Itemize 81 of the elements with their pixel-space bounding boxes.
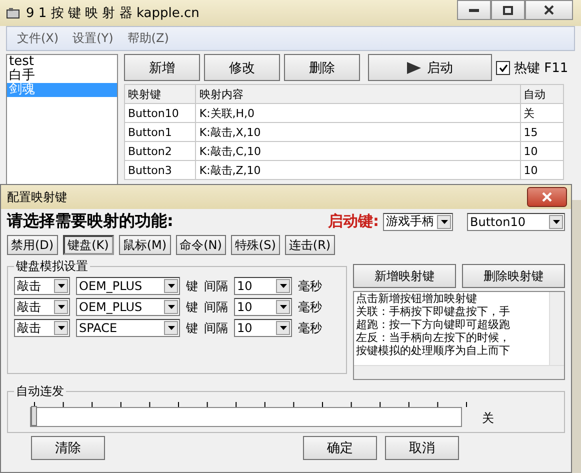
interval-label: 间隔 [204, 320, 228, 336]
dialog-title: 配置映射键 [7, 188, 67, 206]
ok-button[interactable]: 确定 [303, 436, 377, 460]
help-line: 左反：当手柄向左按下的时候， [355, 331, 511, 344]
help-line: 点击新增按钮增加映射键 [355, 292, 478, 305]
key-dropdown[interactable]: SPACE [76, 319, 180, 337]
clear-button[interactable]: 清除 [31, 436, 105, 460]
function-tab[interactable]: 禁用(D) [7, 235, 58, 255]
table-cell: 关 [520, 104, 564, 122]
slider-thumb[interactable] [31, 406, 37, 426]
interval-dropdown[interactable]: 10 [234, 277, 292, 295]
help-textbox[interactable]: 点击新增按钮增加映射键 关联：手柄按下即键盘按下，手 超跑：按一下方向键即可超级跑 左反：当手柄向左按下的时候， 按键模拟的处理顺序为自上而下 [353, 291, 565, 380]
app-icon [6, 7, 20, 19]
table-cell: K:敲击,X,10 [196, 122, 520, 142]
column-header[interactable]: 映射键 [124, 84, 196, 104]
remove-mapping-button[interactable]: 删除映射键 [462, 264, 565, 288]
minimize-icon[interactable] [457, 0, 491, 20]
interval-dropdown[interactable]: 10 [234, 319, 292, 337]
menu-item[interactable]: 帮助(Z) [127, 30, 169, 47]
play-icon [407, 62, 421, 74]
button-dropdown[interactable]: Button10 [467, 212, 565, 230]
function-tab[interactable]: 键盘(K) [62, 235, 114, 255]
toolbar-button[interactable]: 修改 [204, 54, 280, 81]
close-icon[interactable] [527, 187, 567, 207]
unit-label: 毫秒 [298, 320, 322, 336]
help-line: 关联：手柄按下即键盘按下，手 [355, 305, 511, 318]
toolbar-button[interactable]: 删除 [284, 54, 360, 81]
table-cell: 15 [520, 122, 564, 142]
function-tab[interactable]: 连击(R) [284, 235, 335, 255]
prompt-text: 请选择需要映射的功能: [7, 211, 174, 232]
interval-label: 间隔 [204, 298, 228, 316]
table-cell: K:关联,H,0 [196, 104, 520, 122]
table-cell: Button1 [124, 122, 196, 142]
slider-value: 关 [482, 410, 494, 427]
interval-dropdown[interactable]: 10 [234, 298, 292, 316]
function-tab[interactable]: 特殊(S) [230, 235, 280, 255]
horizontal-scrollbar[interactable] [354, 365, 564, 379]
key-dropdown[interactable]: OEM_PLUS [76, 298, 180, 316]
unit-label: 毫秒 [298, 298, 322, 316]
device-dropdown[interactable]: 游戏手柄 [383, 212, 453, 230]
mode-dropdown[interactable]: 敲击 [14, 277, 70, 295]
vertical-scrollbar[interactable] [549, 292, 564, 365]
interval-label: 间隔 [204, 278, 228, 294]
table-cell: K:敲击,Z,10 [196, 160, 520, 180]
table-cell: K:敲击,C,10 [196, 142, 520, 160]
profile-item[interactable]: test [7, 55, 117, 69]
table-cell: Button10 [124, 104, 196, 122]
menu-item[interactable]: 文件(X) [17, 30, 59, 47]
key-label: 键 [186, 298, 198, 316]
hotkey-label: 热键 F11 [514, 60, 568, 76]
help-line: 超跑：按一下方向键即可超级跑 [355, 318, 511, 331]
key-dropdown[interactable]: OEM_PLUS [76, 277, 180, 295]
mode-dropdown[interactable]: 敲击 [14, 298, 70, 316]
table-cell: 10 [520, 160, 564, 180]
autofire-label: 自动连发 [15, 383, 65, 400]
profile-item[interactable]: 白手 [7, 69, 117, 83]
mode-dropdown[interactable]: 敲击 [14, 319, 70, 337]
checkbox[interactable] [496, 60, 510, 74]
toolbar-button[interactable]: 新增 [124, 54, 200, 81]
menu-item[interactable]: 设置(Y) [72, 30, 114, 47]
check-icon [498, 64, 508, 72]
function-tab[interactable]: 命令(N) [176, 235, 226, 255]
table-cell: 10 [520, 142, 564, 160]
help-line: 按键模拟的处理顺序为自上而下 [355, 344, 511, 357]
table-cell: Button2 [124, 142, 196, 160]
cancel-button[interactable]: 取消 [385, 436, 459, 460]
key-label: 键 [186, 278, 198, 294]
group-title: 键盘模拟设置 [15, 258, 89, 275]
hotkey-checkbox[interactable]: 热键 F11 [496, 58, 568, 76]
key-label: 键 [186, 320, 198, 336]
unit-label: 毫秒 [298, 278, 322, 294]
function-tab[interactable]: 鼠标(M) [118, 235, 171, 255]
close-icon[interactable] [525, 0, 573, 20]
start-key-label: 启动键: [328, 212, 379, 231]
start-button[interactable]: 启动 [368, 54, 492, 81]
column-header[interactable]: 自动 [520, 84, 564, 104]
window-title: 9 1 按 键 映 射 器 kapple.cn [26, 5, 200, 22]
add-mapping-button[interactable]: 新增映射键 [353, 264, 456, 288]
maximize-icon[interactable] [491, 0, 525, 20]
table-cell: Button3 [124, 160, 196, 180]
column-header[interactable]: 映射内容 [196, 84, 520, 104]
